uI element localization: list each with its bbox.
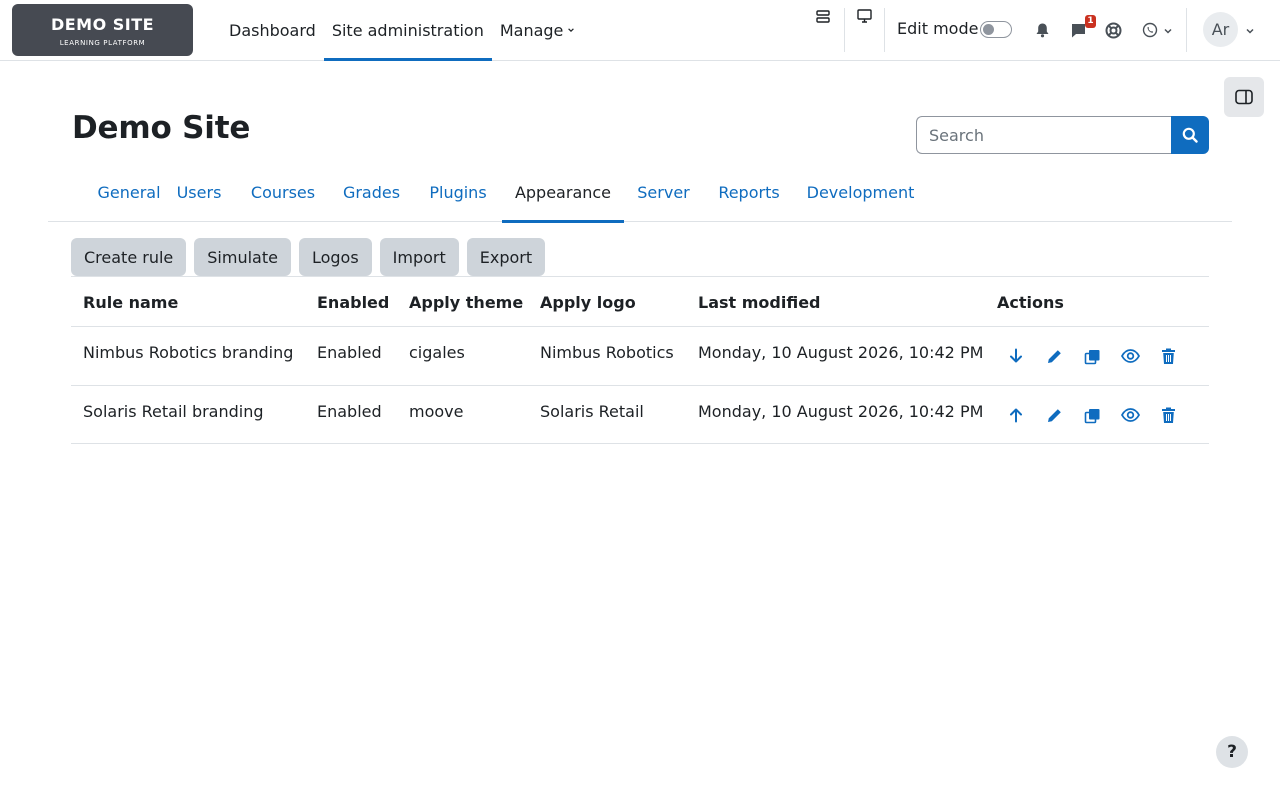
site-logo-subtitle: LEARNING PLATFORM — [59, 39, 146, 47]
tab-reports[interactable]: Reports — [703, 162, 795, 222]
table-row: Solaris Retail branding Enabled moove So… — [71, 385, 1209, 444]
column-header-apply-theme: Apply theme — [409, 293, 524, 312]
tab-grades[interactable]: Grades — [329, 162, 414, 222]
rule-name-cell: Nimbus Robotics branding — [83, 343, 294, 362]
nav-manage[interactable]: Manage — [492, 0, 584, 60]
rules-table: Rule name Enabled Apply theme Apply logo… — [71, 276, 1209, 444]
theme-cell: moove — [409, 402, 464, 421]
duplicate-icon[interactable] — [1081, 404, 1103, 426]
table-header-row: Rule name Enabled Apply theme Apply logo… — [71, 276, 1209, 326]
navbar-divider — [1186, 8, 1187, 52]
simulate-button[interactable]: Simulate — [194, 238, 291, 276]
block-drawer-toggle[interactable] — [1224, 77, 1264, 117]
tab-label: Plugins — [429, 182, 487, 202]
rule-actions-bar: Create rule Simulate Logos Import Export — [71, 238, 546, 276]
tab-courses[interactable]: Courses — [237, 162, 329, 222]
lifebuoy-icon[interactable] — [1104, 21, 1122, 39]
column-header-rule-name: Rule name — [83, 293, 179, 312]
rule-name-cell: Solaris Retail branding — [83, 402, 264, 421]
modified-cell: Monday, 10 August 2026, 10:42 PM — [698, 343, 984, 362]
edit-icon[interactable] — [1043, 345, 1065, 367]
delete-icon[interactable] — [1157, 345, 1179, 367]
primary-navigation: Dashboard Site administration Manage — [221, 0, 584, 61]
top-navbar: DEMO SITE LEARNING PLATFORM Dashboard Si… — [0, 0, 1280, 61]
tab-label: Appearance — [514, 182, 612, 202]
tab-plugins[interactable]: Plugins — [414, 162, 502, 222]
user-menu-chevron-down-icon[interactable] — [1244, 25, 1256, 37]
tab-label: Development — [806, 182, 915, 202]
search-icon — [1182, 127, 1198, 143]
avatar[interactable]: Ar — [1203, 12, 1238, 47]
enabled-cell: Enabled — [317, 402, 382, 421]
arrow-up-icon[interactable] — [1005, 404, 1027, 426]
admin-tabs: General Users Courses Grades Plugins App… — [48, 162, 1232, 223]
logo-cell: Nimbus Robotics — [540, 343, 674, 362]
site-logo[interactable]: DEMO SITE LEARNING PLATFORM — [12, 4, 193, 56]
tab-users[interactable]: Users — [162, 162, 236, 222]
enabled-cell: Enabled — [317, 343, 382, 362]
column-header-actions: Actions — [997, 293, 1064, 312]
export-button[interactable]: Export — [466, 238, 546, 276]
modified-cell: Monday, 10 August 2026, 10:42 PM — [698, 402, 984, 421]
theme-cell: cigales — [409, 343, 465, 362]
nav-dashboard-label: Dashboard — [229, 20, 316, 40]
create-rule-button[interactable]: Create rule — [71, 238, 187, 276]
edit-icon[interactable] — [1043, 404, 1065, 426]
search-button[interactable] — [1171, 116, 1209, 154]
column-header-last-modified: Last modified — [698, 293, 821, 312]
view-icon[interactable] — [1119, 404, 1141, 426]
tab-appearance[interactable]: Appearance — [502, 162, 624, 223]
messages-count-badge: 1 — [1085, 15, 1096, 28]
sidebar-panel-icon — [1235, 89, 1253, 105]
tab-label: Reports — [718, 182, 780, 202]
bell-icon[interactable] — [1033, 21, 1051, 39]
tab-label: Server — [637, 182, 690, 202]
tab-label: General — [97, 182, 161, 202]
site-logo-title: DEMO SITE — [50, 15, 155, 34]
tab-server[interactable]: Server — [624, 162, 703, 222]
edit-mode-toggle[interactable] — [980, 21, 1012, 38]
search-input[interactable] — [916, 116, 1172, 154]
nav-site-administration[interactable]: Site administration — [323, 0, 492, 61]
edit-mode-label: Edit mode — [897, 19, 979, 38]
column-header-apply-logo: Apply logo — [540, 293, 636, 312]
help-button[interactable]: ? — [1216, 736, 1248, 768]
admin-search — [916, 116, 1209, 154]
monitor-icon[interactable] — [855, 8, 873, 24]
whatsapp-icon[interactable] — [1141, 21, 1159, 39]
delete-icon[interactable] — [1157, 404, 1179, 426]
arrow-down-icon[interactable] — [1005, 345, 1027, 367]
chevron-down-icon[interactable] — [1162, 25, 1174, 37]
list-icon[interactable] — [813, 8, 833, 26]
nav-manage-label: Manage — [499, 20, 564, 40]
view-icon[interactable] — [1119, 345, 1141, 367]
tab-label: Users — [176, 182, 222, 202]
import-button[interactable]: Import — [379, 238, 459, 276]
tab-label: Grades — [342, 182, 401, 202]
navbar-divider — [844, 8, 845, 52]
table-row: Nimbus Robotics branding Enabled cigales… — [71, 326, 1209, 385]
tab-label: Courses — [250, 182, 316, 202]
nav-site-administration-label: Site administration — [331, 20, 484, 40]
logos-button[interactable]: Logos — [298, 238, 372, 276]
column-header-enabled: Enabled — [317, 293, 390, 312]
navbar-divider — [884, 8, 885, 52]
tab-development[interactable]: Development — [795, 162, 926, 222]
page-title: Demo Site — [72, 110, 251, 146]
duplicate-icon[interactable] — [1081, 345, 1103, 367]
chevron-down-icon — [568, 28, 575, 33]
nav-dashboard[interactable]: Dashboard — [221, 0, 324, 60]
logo-cell: Solaris Retail — [540, 402, 644, 421]
